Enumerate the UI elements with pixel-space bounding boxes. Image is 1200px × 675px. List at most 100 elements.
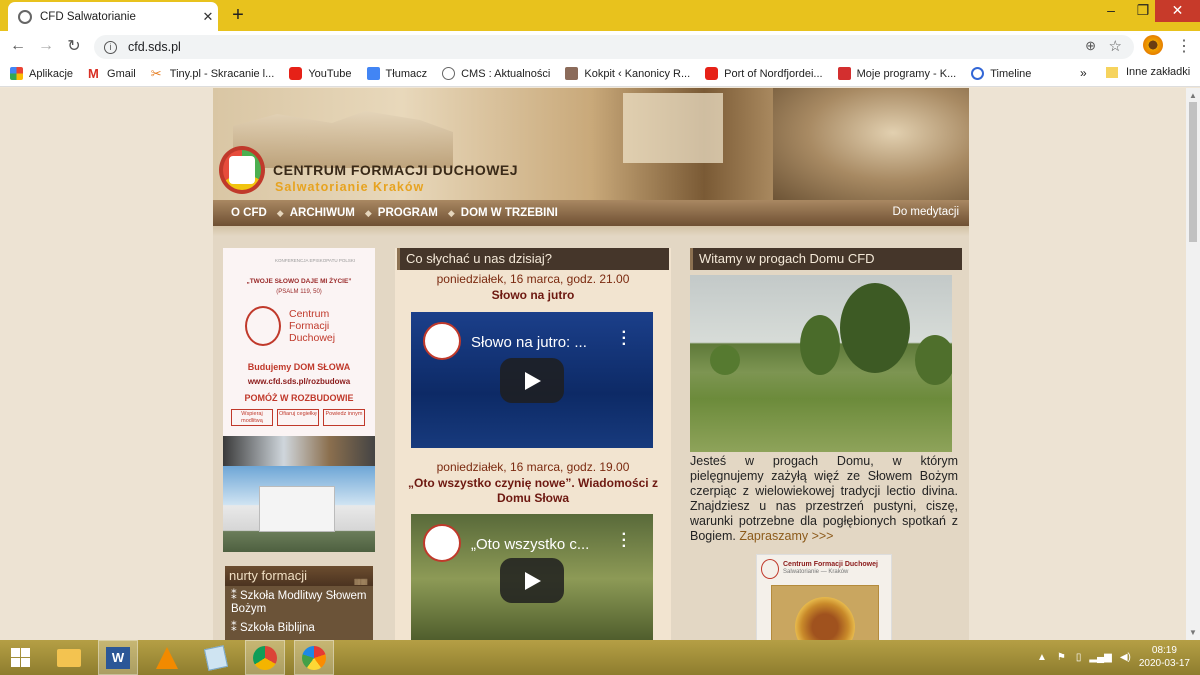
rozbudowa-banner[interactable]: KONFERENCJA EPISKOPATU POLSKI „TWOJE SŁO… <box>223 248 375 552</box>
bookmark-label: Kokpit ‹ Kanonicy R... <box>584 67 691 80</box>
event-title[interactable]: „Oto wszystko czynię nowe”. Wiadomości z… <box>395 476 671 506</box>
play-button[interactable] <box>500 558 564 603</box>
browser-toolbar: ← → ↻ i cfd.sds.pl ⊕ ☆ <box>0 31 1200 61</box>
show-hidden-icons[interactable]: ▲ <box>1037 652 1047 663</box>
nurty-item-szkola-modlitwy[interactable]: ⁑ Szkoła Modlitwy Słowem Bożym <box>231 590 373 616</box>
bookmark-translate[interactable]: Tłumacz <box>366 67 427 80</box>
volume-icon[interactable]: ◀) <box>1120 652 1131 663</box>
cfd-card[interactable]: Centrum Formacji Duchowej Salwatorianie … <box>756 554 892 640</box>
close-tab-icon[interactable]: ✕ <box>198 9 218 25</box>
taskbar-explorer[interactable] <box>49 640 89 675</box>
reload-icon[interactable]: ↻ <box>60 36 88 56</box>
minimize-button[interactable]: – <box>1096 0 1126 22</box>
taskbar-chrome[interactable] <box>245 640 285 675</box>
bookmark-star-icon[interactable]: ☆ <box>1109 37 1122 55</box>
scrollbar-thumb[interactable] <box>1189 102 1197 242</box>
tree <box>800 315 840 375</box>
gmail-icon: M <box>88 66 99 81</box>
zoom-icon[interactable]: ⊕ <box>1085 38 1096 54</box>
bookmark-kokpit[interactable]: Kokpit ‹ Kanonicy R... <box>565 67 690 80</box>
card-subtitle: Salwatorianie — Kraków <box>783 569 849 575</box>
chrome-icon <box>253 645 277 670</box>
bookmark-apps[interactable]: Aplikacje <box>10 67 73 80</box>
new-tab-button[interactable]: + <box>228 4 248 27</box>
menu-icon[interactable]: ⋮ <box>1176 36 1192 56</box>
browser-tab[interactable]: CFD Salwatorianie ✕ <box>8 2 218 31</box>
nav-program[interactable]: PROGRAM <box>378 207 438 219</box>
timeline-icon <box>971 67 985 80</box>
tab-title: CFD Salwatorianie <box>40 10 136 23</box>
zapraszamy-link[interactable]: Zapraszamy >>> <box>739 529 833 543</box>
flag-icon[interactable]: ⚑ <box>1057 652 1066 663</box>
event-title[interactable]: Słowo na jutro <box>395 288 671 303</box>
taskbar-picasa[interactable] <box>294 640 334 675</box>
clock-date: 2020-03-17 <box>1138 658 1190 669</box>
bookmarks-bar: Aplikacje M Gmail ✂ Tiny.pl - Skracanie l.… <box>0 61 1200 87</box>
bookmarks-overflow-button[interactable]: » <box>1080 66 1087 80</box>
banner-pomoz: POMÓŻ W ROZBUDOWIE <box>244 393 354 403</box>
forward-icon[interactable]: → <box>32 37 60 55</box>
youtube-icon <box>289 67 303 80</box>
taskbar-notes[interactable] <box>196 640 236 675</box>
close-window-button[interactable]: ✕ <box>1155 0 1200 22</box>
bookmark-port[interactable]: Port of Nordfjordei... <box>705 67 823 80</box>
youtube-video-2[interactable]: „Oto wszystko c... · · · <box>411 514 653 640</box>
system-tray: ▲ ⚑ ▯ ▂▄▆ ◀) 08:19 2020-03-17 <box>1037 644 1190 670</box>
bookmark-tiny[interactable]: ✂ Tiny.pl - Skracanie l... <box>151 67 275 80</box>
nav-o-cfd[interactable]: O CFD <box>231 207 267 219</box>
notepad-icon <box>203 644 229 671</box>
nav-archiwum[interactable]: ARCHIWUM <box>290 207 355 219</box>
start-button[interactable] <box>0 640 40 675</box>
header-building-image <box>233 111 453 168</box>
banner-url: www.cfd.sds.pl/rozbudowa <box>247 377 351 386</box>
maximize-button[interactable]: ❐ <box>1128 0 1158 22</box>
profile-avatar[interactable] <box>1143 35 1163 55</box>
banner-buttons: Wspieraj modlitwą Ofiaruj cegiełkę Powie… <box>231 409 365 426</box>
more-options-icon[interactable]: · · · <box>622 325 627 353</box>
info-icon[interactable]: i <box>104 40 117 54</box>
taskbar-vlc[interactable] <box>147 640 187 675</box>
bookmark-youtube[interactable]: YouTube <box>289 67 352 80</box>
tree <box>840 283 910 373</box>
network-icon[interactable]: ▂▄▆ <box>1089 652 1111 663</box>
nurty-item-label: Szkoła Biblijna <box>239 622 315 634</box>
bookmark-label: Moje programy - K... <box>856 67 957 80</box>
bookmark-timeline[interactable]: Timeline <box>971 67 1031 80</box>
welcome-text: Jesteś w progach Domu, w którym pielęgnu… <box>690 454 958 544</box>
nurty-item-szkola-biblijna[interactable]: ⁑ Szkoła Biblijna <box>231 622 373 635</box>
windows-taskbar: W <box>0 640 1200 675</box>
channel-logo <box>423 524 461 562</box>
scroll-down-icon[interactable]: ▼ <box>1189 628 1197 637</box>
bookmark-gmail[interactable]: M Gmail <box>88 67 136 80</box>
bookmark-moje-programy[interactable]: Moje programy - K... <box>837 67 957 80</box>
bookmark-label: CMS : Aktualności <box>461 67 551 80</box>
battery-icon[interactable]: ▯ <box>1076 652 1082 663</box>
other-bookmarks[interactable]: Inne zakładki <box>1106 66 1190 78</box>
youtube-video-1[interactable]: Słowo na jutro: ... · · · <box>411 312 653 448</box>
scroll-up-icon[interactable]: ▲ <box>1189 91 1197 100</box>
header-chapel-image <box>623 93 723 163</box>
address-bar[interactable]: i cfd.sds.pl ⊕ ☆ <box>94 35 1134 59</box>
word-icon: W <box>106 646 130 669</box>
taskbar-word[interactable]: W <box>98 640 138 675</box>
nav-dom-w-trzebini[interactable]: DOM W TRZEBINI <box>461 207 558 219</box>
banner-konferencja: KONFERENCJA EPISKOPATU POLSKI <box>275 258 356 263</box>
bookmark-label: Port of Nordfjordei... <box>724 67 823 80</box>
kanonicy-icon <box>565 67 579 80</box>
header-rock-image <box>773 88 969 200</box>
cfd-logo-center <box>229 156 255 184</box>
bookmark-cms[interactable]: CMS : Aktualności <box>442 67 550 80</box>
back-icon[interactable]: ← <box>4 37 32 55</box>
page-viewport: CENTRUM FORMACJI DUCHOWEJ Salwatorianie … <box>0 88 1186 640</box>
banner-name: Centrum Formacji Duchowej <box>289 308 336 344</box>
banner-psalm: (PSALM 119, 50) <box>276 289 322 295</box>
more-options-icon[interactable]: · · · <box>622 527 627 555</box>
banner-photo-people <box>223 436 375 466</box>
bookmark-label: YouTube <box>308 67 352 80</box>
nav-do-medytacji[interactable]: Do medytacji <box>893 206 959 218</box>
page-scrollbar[interactable]: ▲ ▼ <box>1186 88 1200 640</box>
picasa-icon <box>302 645 326 670</box>
play-button[interactable] <box>500 358 564 403</box>
clock[interactable]: 08:19 2020-03-17 <box>1139 644 1190 670</box>
tree <box>710 345 740 375</box>
